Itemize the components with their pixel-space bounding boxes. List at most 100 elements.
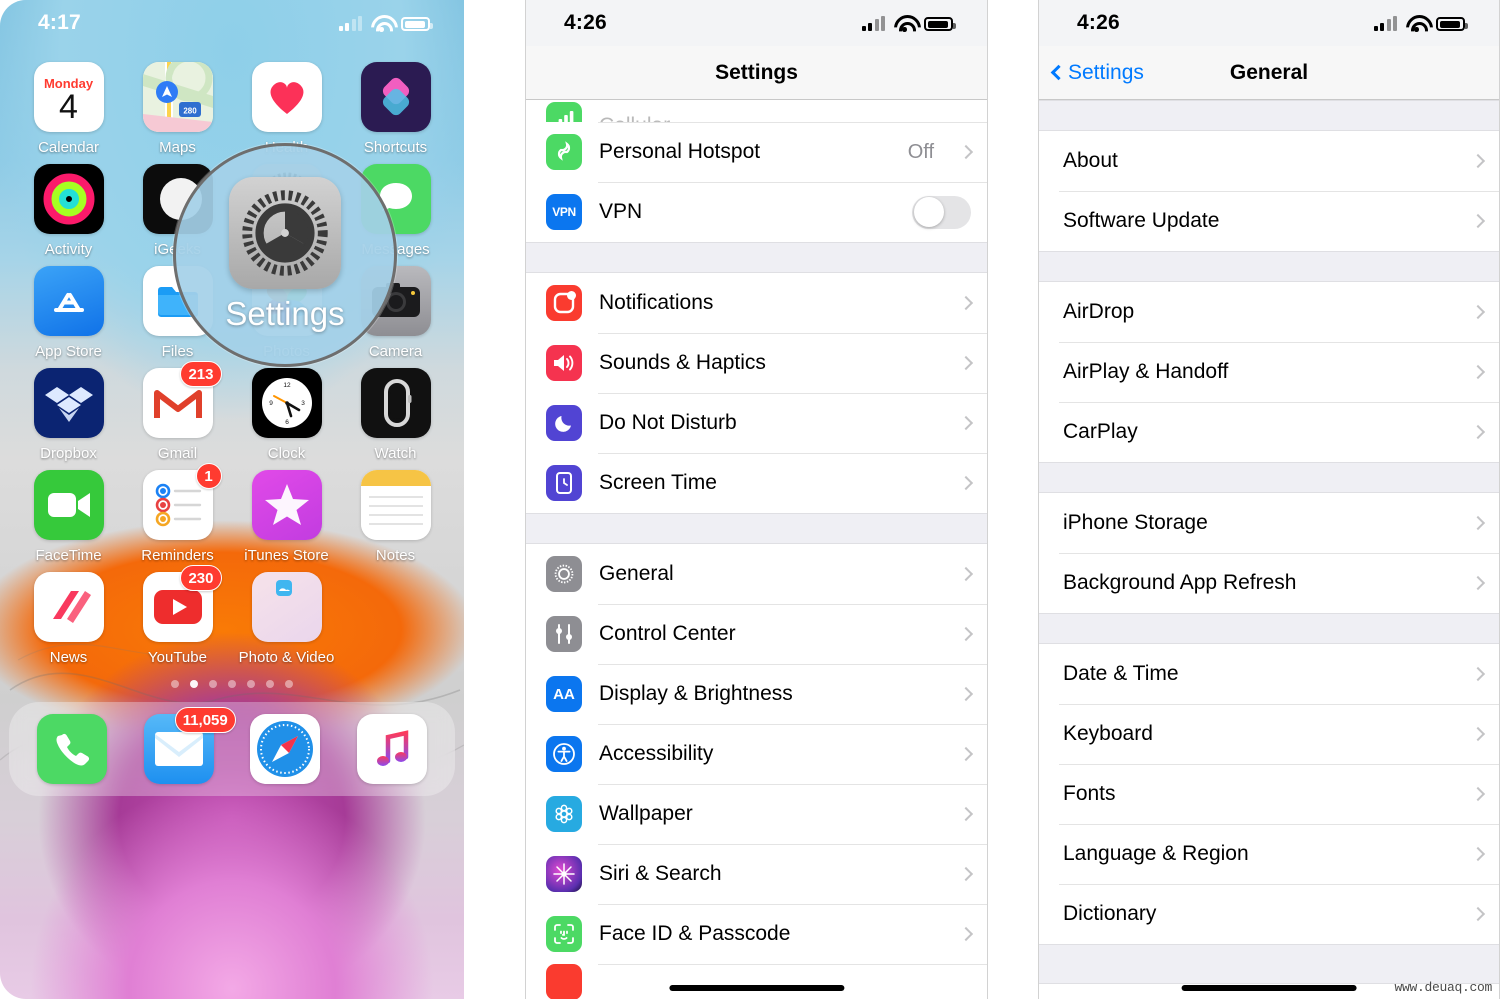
settings-row-language-region[interactable]: Language & Region <box>1039 824 1499 884</box>
settings-row-cellular[interactable]: Cellular <box>526 100 987 122</box>
settings-row-keyboard[interactable]: Keyboard <box>1039 704 1499 764</box>
settings-row-about[interactable]: About <box>1039 131 1499 191</box>
page-dot-active <box>190 680 198 688</box>
settings-row-do-not-disturb[interactable]: Do Not Disturb <box>526 393 987 453</box>
app-activity[interactable]: Activity <box>14 164 123 258</box>
nav-bar: Settings General <box>1039 46 1499 100</box>
notes-icon <box>360 470 431 540</box>
home-indicator <box>1181 985 1357 991</box>
settings-list: Cellular Personal Hotspot Off VPN VPN <box>526 100 987 999</box>
back-to-settings-button[interactable]: Settings <box>1050 61 1144 85</box>
app-app-store[interactable]: App Store <box>14 266 123 360</box>
maps-icon: 280 <box>142 62 213 132</box>
chevron-right-icon <box>958 806 974 822</box>
wallpaper-icon <box>546 796 582 832</box>
chevron-right-icon <box>1470 575 1486 591</box>
section-separator <box>526 242 987 273</box>
settings-row-fonts[interactable]: Fonts <box>1039 764 1499 824</box>
settings-row-display-brightness[interactable]: AA Display & Brightness <box>526 664 987 724</box>
settings-row-label: General <box>599 562 674 585</box>
settings-row-siri-search[interactable]: Siri & Search <box>526 844 987 904</box>
settings-row-label: Software Update <box>1063 209 1220 232</box>
app-notes[interactable]: Notes <box>341 470 450 564</box>
settings-row-notifications[interactable]: Notifications <box>526 273 987 333</box>
app-health[interactable]: Health <box>232 62 341 156</box>
music-note-icon <box>356 714 427 784</box>
settings-row-software-update[interactable]: Software Update <box>1039 191 1499 251</box>
app-facetime[interactable]: FaceTime <box>14 470 123 564</box>
settings-row-label: Do Not Disturb <box>599 411 737 434</box>
app-mail[interactable]: 11,059 <box>143 707 236 784</box>
chevron-right-icon <box>1470 424 1486 440</box>
safari-compass-icon <box>250 714 321 784</box>
app-youtube[interactable]: 230 YouTube <box>123 565 232 666</box>
settings-row-label: Background App Refresh <box>1063 571 1297 594</box>
app-grid-row-4: Dropbox 213 Gmail 12 3 6 9 Clock Watch <box>0 360 464 462</box>
app-dropbox[interactable]: Dropbox <box>14 368 123 462</box>
app-calendar[interactable]: Monday 4 Calendar <box>14 62 123 156</box>
settings-row-control-center[interactable]: Control Center <box>526 604 987 664</box>
svg-text:12: 12 <box>283 382 291 389</box>
app-label: Notes <box>375 547 416 564</box>
chevron-right-icon <box>958 144 974 160</box>
page-indicator-dots[interactable] <box>0 680 464 688</box>
wifi-icon <box>371 15 392 32</box>
settings-row-dictionary[interactable]: Dictionary <box>1039 884 1499 944</box>
general-settings-list: About Software Update AirDrop AirPlay & … <box>1039 100 1499 984</box>
app-label: Calendar <box>38 139 99 156</box>
settings-row-label: Keyboard <box>1063 722 1153 745</box>
settings-row-airdrop[interactable]: AirDrop <box>1039 282 1499 342</box>
app-label: News <box>49 649 88 666</box>
settings-row-airplay-handoff[interactable]: AirPlay & Handoff <box>1039 342 1499 402</box>
app-gmail[interactable]: 213 Gmail <box>123 361 232 462</box>
status-time: 4:17 <box>38 11 81 34</box>
chevron-left-icon <box>1050 64 1067 81</box>
app-safari[interactable] <box>250 714 321 784</box>
settings-row-background-app-refresh[interactable]: Background App Refresh <box>1039 553 1499 613</box>
app-shortcuts[interactable]: Shortcuts <box>341 62 450 156</box>
app-news[interactable]: News <box>14 572 123 666</box>
settings-row-personal-hotspot[interactable]: Personal Hotspot Off <box>526 122 987 182</box>
app-watch[interactable]: Watch <box>341 368 450 462</box>
section-separator <box>1039 462 1499 493</box>
app-label: iTunes Store <box>244 547 329 564</box>
settings-row-screen-time[interactable]: Screen Time <box>526 453 987 513</box>
page-title: General <box>1229 60 1309 84</box>
badge-count: 1 <box>195 463 222 489</box>
app-label: Photo & Video <box>238 649 335 666</box>
settings-row-carplay[interactable]: CarPlay <box>1039 402 1499 462</box>
health-heart-icon <box>251 62 322 132</box>
settings-row-label: Screen Time <box>599 471 717 494</box>
settings-row-vpn[interactable]: VPN VPN <box>526 182 987 242</box>
nav-bar: Settings <box>526 46 987 100</box>
settings-row-label: Accessibility <box>599 742 714 765</box>
settings-row-general[interactable]: General <box>526 544 987 604</box>
app-reminders[interactable]: 1 Reminders <box>123 463 232 564</box>
vpn-toggle[interactable] <box>912 195 971 229</box>
display-brightness-icon: AA <box>546 676 582 712</box>
settings-row-iphone-storage[interactable]: iPhone Storage <box>1039 493 1499 553</box>
settings-row-partial-next[interactable] <box>526 964 987 999</box>
hotspot-icon <box>546 134 582 170</box>
settings-row-label: Siri & Search <box>599 862 722 885</box>
settings-row-label: Wallpaper <box>599 802 693 825</box>
settings-row-accessibility[interactable]: Accessibility <box>526 724 987 784</box>
folder-photo-video[interactable]: Photo & Video <box>232 572 341 666</box>
cellular-icon <box>546 102 582 122</box>
app-clock[interactable]: 12 3 6 9 Clock <box>232 368 341 462</box>
settings-row-value: Off <box>907 140 934 163</box>
settings-row-label: CarPlay <box>1063 420 1138 443</box>
emergency-sos-icon <box>546 964 582 999</box>
section-separator-bottom <box>1039 944 1499 984</box>
settings-row-wallpaper[interactable]: Wallpaper <box>526 784 987 844</box>
app-maps[interactable]: 280 Maps <box>123 62 232 156</box>
app-phone[interactable] <box>37 714 108 784</box>
control-center-icon <box>546 616 582 652</box>
app-itunes-store[interactable]: iTunes Store <box>232 470 341 564</box>
settings-row-date-time[interactable]: Date & Time <box>1039 644 1499 704</box>
settings-row-face-id-passcode[interactable]: Face ID & Passcode <box>526 904 987 964</box>
settings-row-sounds-haptics[interactable]: Sounds & Haptics <box>526 333 987 393</box>
app-label: App Store <box>35 343 102 360</box>
app-music[interactable] <box>356 714 427 784</box>
magnified-settings-gear-icon <box>229 177 341 289</box>
